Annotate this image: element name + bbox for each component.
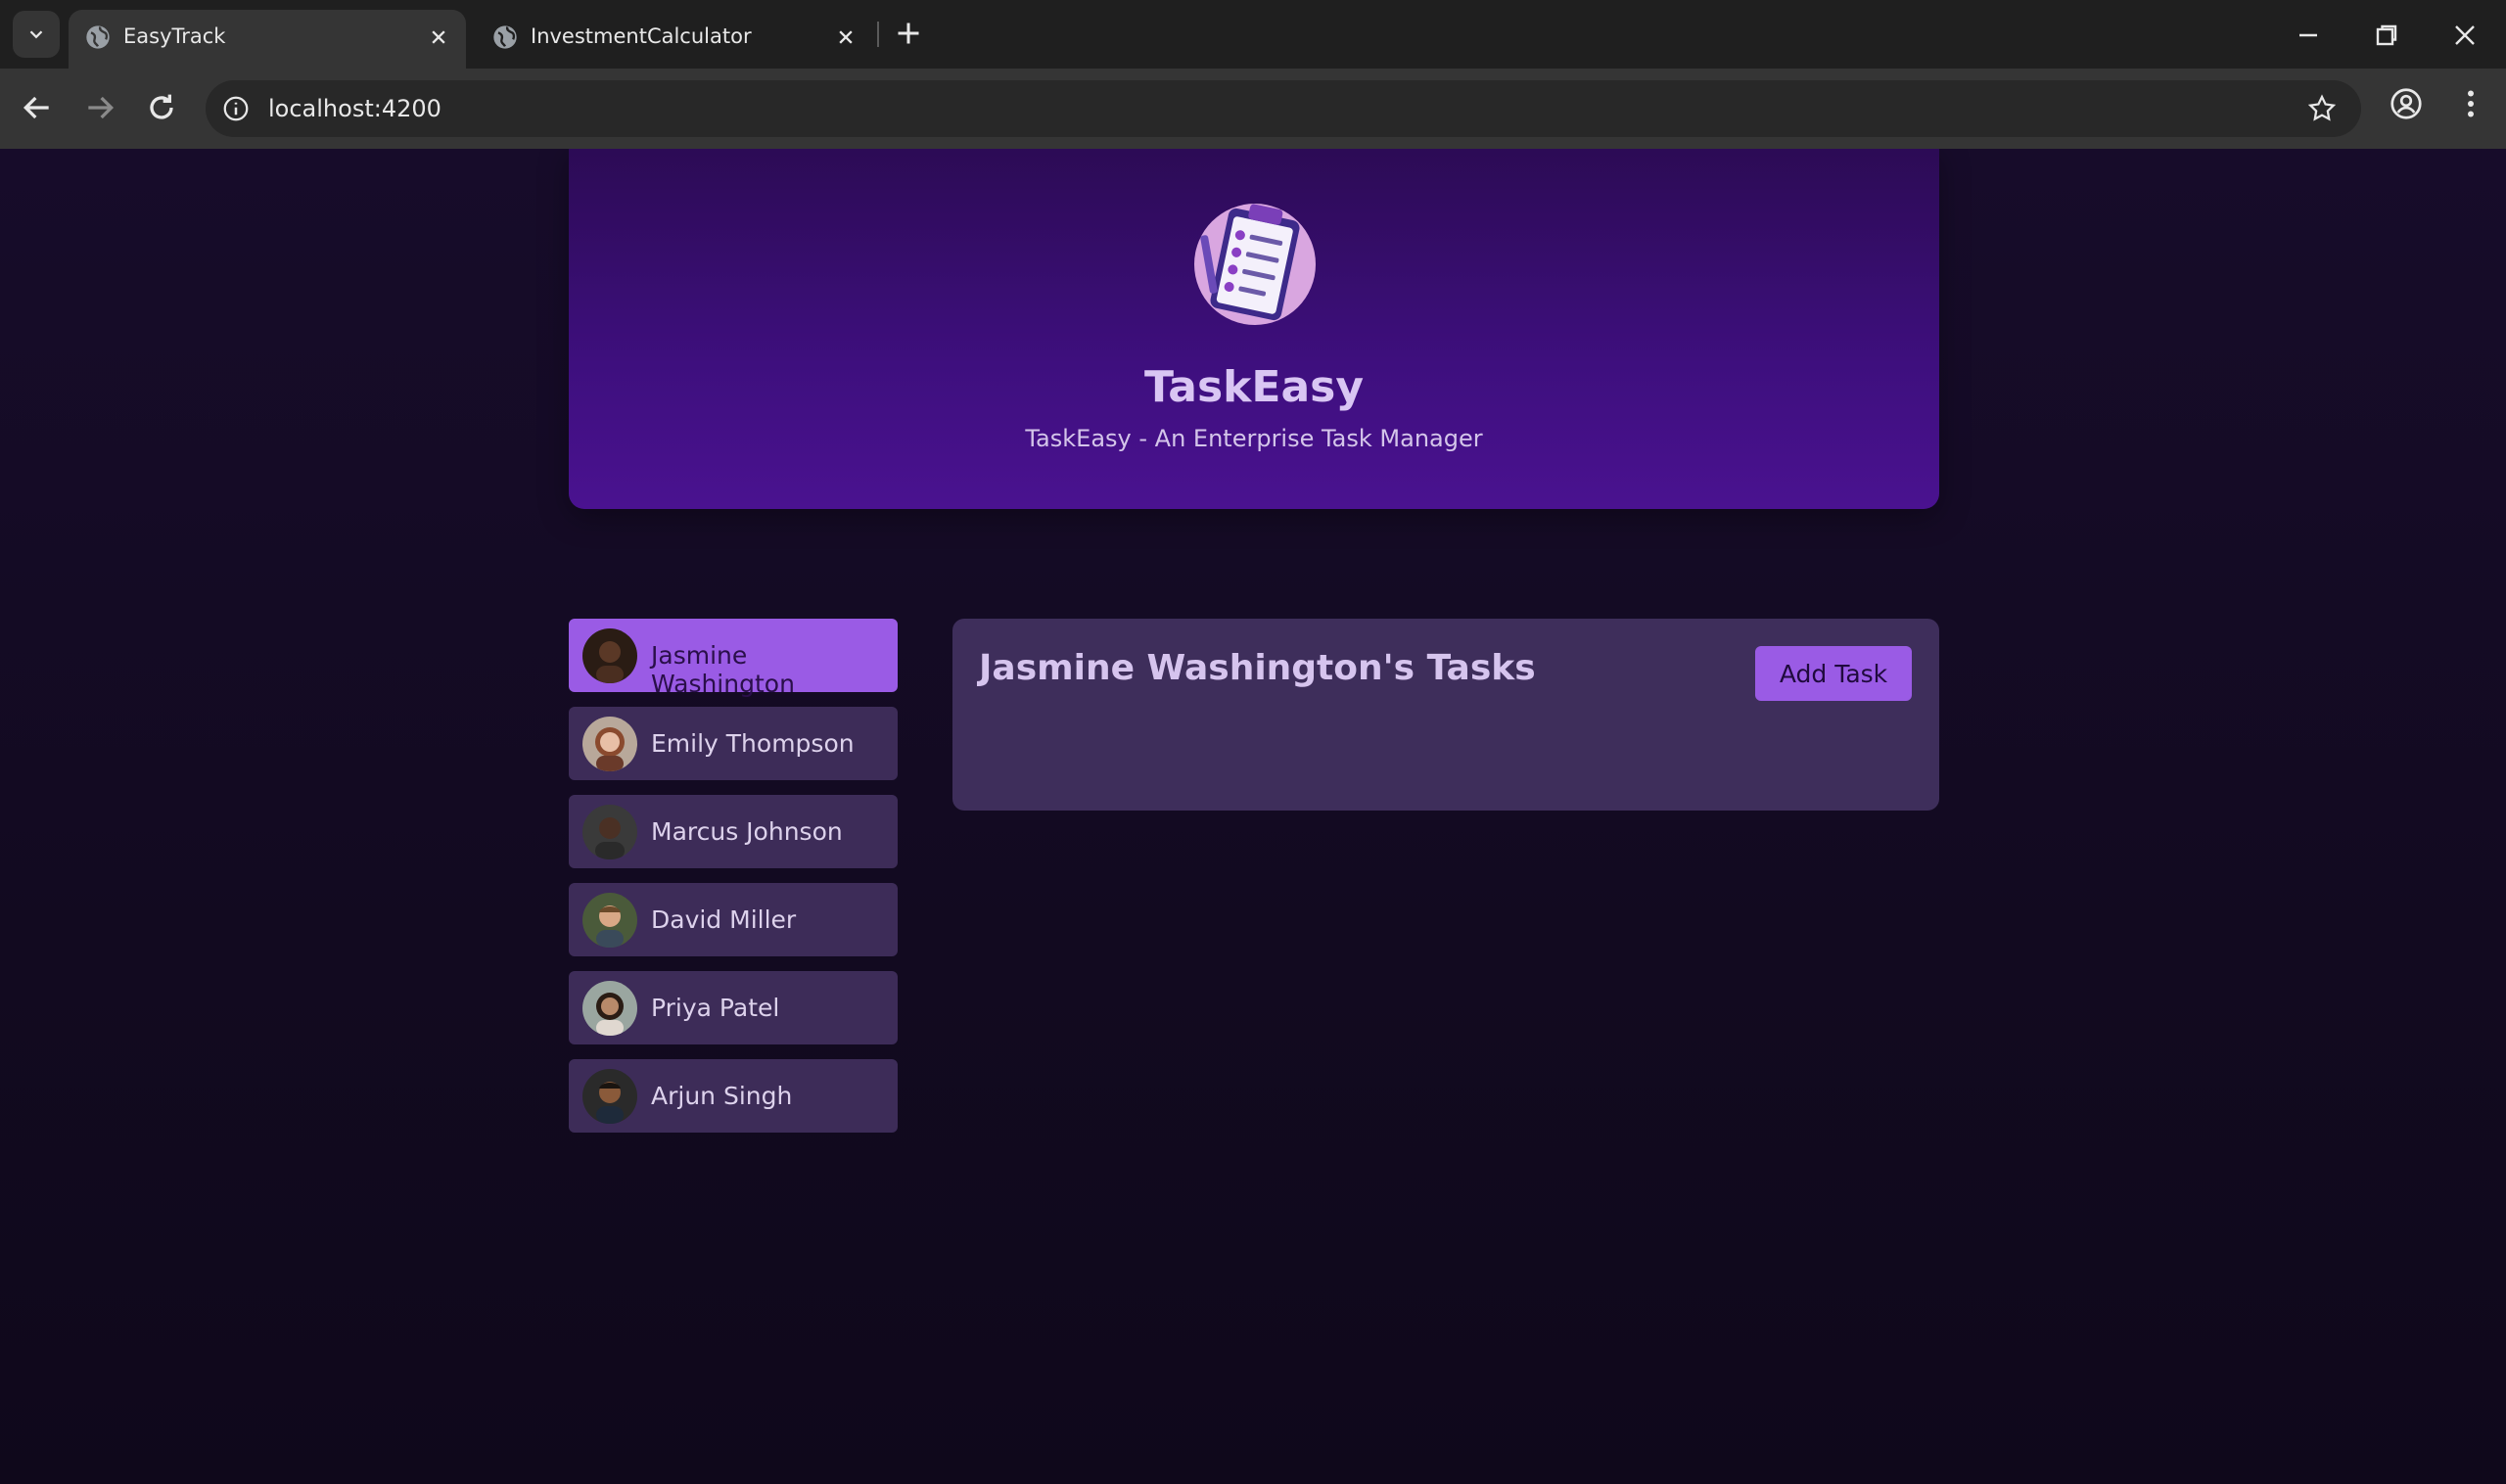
avatar	[582, 1069, 637, 1124]
user-item-david-miller[interactable]: David Miller	[569, 883, 898, 956]
user-item-arjun-singh[interactable]: Arjun Singh	[569, 1059, 898, 1133]
tab-investmentcalculator[interactable]: InvestmentCalculator	[476, 10, 873, 69]
back-arrow-icon[interactable]	[18, 88, 57, 127]
tab-divider	[877, 22, 879, 47]
tasks-panel: Jasmine Washington's Tasks Add Task	[952, 619, 1939, 811]
user-name: Priya Patel	[651, 994, 780, 1022]
plus-icon[interactable]	[891, 16, 926, 51]
avatar	[582, 628, 637, 683]
tab-easytrack[interactable]: EasyTrack	[69, 10, 466, 69]
profile-icon[interactable]	[2389, 86, 2424, 121]
tab-search-button[interactable]	[13, 11, 60, 58]
info-icon[interactable]	[221, 94, 251, 123]
forward-arrow-icon[interactable]	[80, 88, 119, 127]
close-icon[interactable]	[425, 23, 452, 51]
browser-tab-bar: EasyTrack InvestmentCalculator	[0, 0, 2506, 69]
avatar	[582, 805, 637, 859]
address-bar[interactable]: localhost:4200	[206, 80, 2361, 137]
user-name: Arjun Singh	[651, 1082, 793, 1110]
avatar	[582, 893, 637, 948]
more-vert-icon[interactable]	[2453, 86, 2488, 121]
tasks-title: Jasmine Washington's Tasks	[979, 648, 1536, 688]
avatar	[582, 717, 637, 771]
user-item-jasmine-washington[interactable]: Jasmine Washington	[569, 619, 898, 698]
user-item-emily-thompson[interactable]: Emily Thompson	[569, 707, 898, 780]
add-task-button[interactable]: Add Task	[1755, 646, 1912, 701]
close-icon[interactable]	[832, 23, 859, 51]
user-name: Emily Thompson	[651, 729, 855, 758]
user-name: David Miller	[651, 905, 797, 934]
app-page: TaskEasy TaskEasy - An Enterprise Task M…	[0, 149, 2506, 1484]
user-list: Jasmine Washington Emily Thompson Marcus…	[569, 619, 898, 1147]
tab-title: InvestmentCalculator	[531, 24, 752, 48]
close-window-icon[interactable]	[2447, 18, 2483, 53]
clipboard-checklist-icon	[1194, 204, 1316, 325]
reload-icon[interactable]	[142, 88, 181, 127]
globe-icon	[86, 25, 110, 49]
app-header: TaskEasy TaskEasy - An Enterprise Task M…	[569, 149, 1939, 509]
chevron-down-icon	[29, 30, 43, 39]
app-subtitle: TaskEasy - An Enterprise Task Manager	[1025, 425, 1483, 452]
avatar	[582, 981, 637, 1036]
bookmark-star-icon[interactable]	[2306, 93, 2338, 124]
user-item-marcus-johnson[interactable]: Marcus Johnson	[569, 795, 898, 868]
minimize-icon[interactable]	[2291, 18, 2326, 53]
user-name: Jasmine Washington	[651, 641, 795, 698]
url-text: localhost:4200	[268, 95, 441, 122]
user-item-priya-patel[interactable]: Priya Patel	[569, 971, 898, 1044]
globe-icon	[493, 25, 517, 49]
user-name: Marcus Johnson	[651, 817, 843, 846]
restore-icon[interactable]	[2369, 18, 2404, 53]
app-title: TaskEasy	[1143, 362, 1365, 412]
browser-toolbar: localhost:4200	[0, 69, 2506, 149]
tab-title: EasyTrack	[123, 24, 226, 48]
